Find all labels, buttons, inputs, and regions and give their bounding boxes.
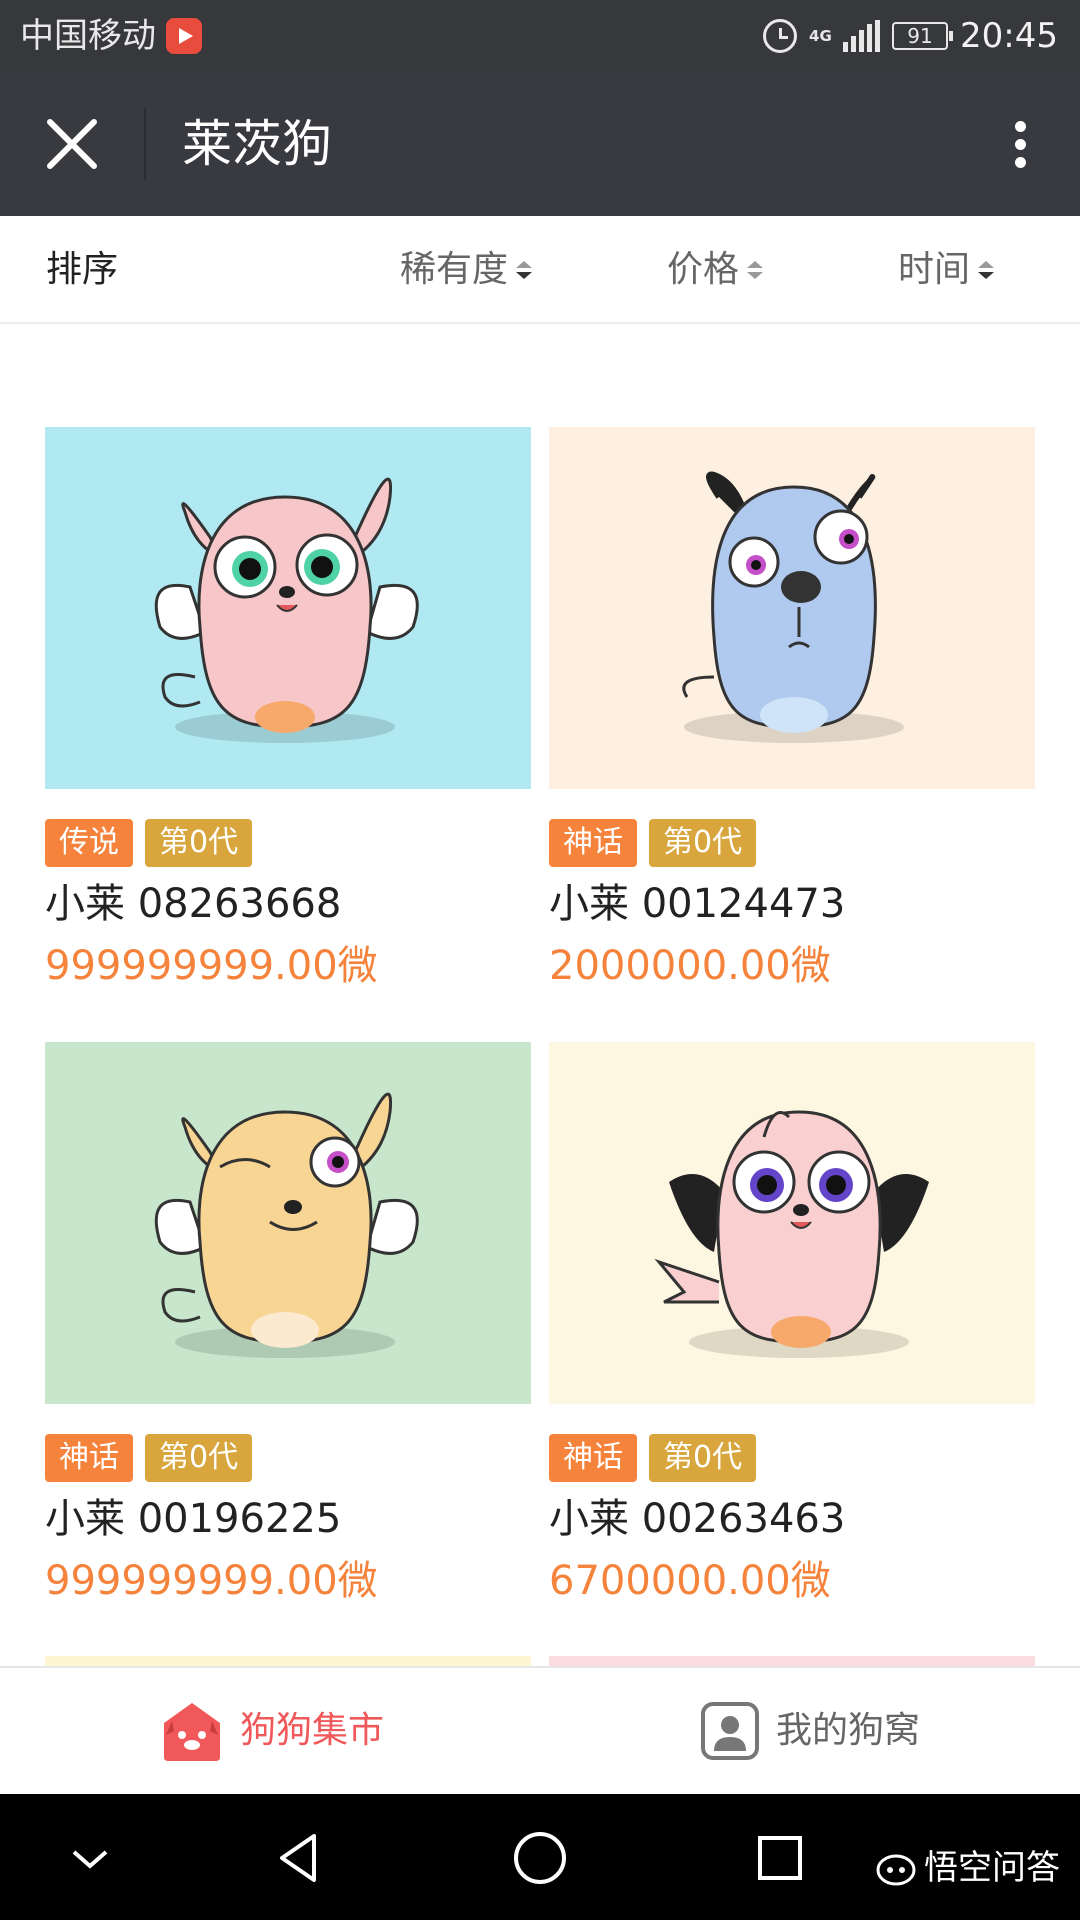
dog-name: 小莱 00124473 — [549, 881, 846, 927]
rarity-tag: 神话 — [549, 819, 637, 867]
dog-illustration — [549, 427, 1035, 789]
status-icons: 4G 91 20:45 — [763, 14, 1058, 58]
sort-arrows-icon — [747, 261, 764, 279]
tag-group: 神话 第0代 — [549, 819, 757, 867]
dog-price: 6700000.00微 — [549, 1558, 831, 1604]
sort-by-price[interactable]: 价格 — [667, 248, 764, 292]
dog-image — [45, 427, 531, 789]
hide-keyboard-button[interactable] — [58, 1826, 122, 1890]
network-type: 4G — [809, 26, 832, 45]
dog-illustration — [45, 1042, 531, 1404]
more-options-button[interactable] — [990, 108, 1050, 180]
rarity-tag: 神话 — [549, 1434, 637, 1482]
close-icon — [47, 119, 97, 169]
back-triangle-icon — [280, 1834, 316, 1882]
sort-bar: 排序 稀有度 价格 时间 — [0, 216, 1080, 324]
dog-image — [45, 1042, 531, 1404]
dog-name: 小莱 00263463 — [549, 1496, 846, 1542]
generation-tag: 第0代 — [145, 1434, 253, 1482]
dog-name: 小莱 08263668 — [45, 881, 342, 927]
tag-group: 神话 第0代 — [45, 1434, 253, 1482]
tab-label: 我的狗窝 — [776, 1710, 921, 1751]
dog-card[interactable]: 神话 第0代 小莱 00263463 6700000.00微 — [549, 1042, 1035, 1622]
sort-by-rarity[interactable]: 稀有度 — [400, 248, 533, 292]
tag-group: 神话 第0代 — [549, 1434, 757, 1482]
rarity-tag: 神话 — [45, 1434, 133, 1482]
sort-arrows-icon — [516, 261, 533, 279]
video-app-icon — [166, 18, 202, 54]
bottom-tab-bar: 狗狗集市 我的狗窝 — [0, 1666, 1080, 1794]
watermark: 悟空问答 — [876, 1848, 1060, 1888]
rarity-tag: 传说 — [45, 819, 133, 867]
battery-icon: 91 — [892, 22, 954, 50]
dog-image — [549, 427, 1035, 789]
dog-image — [549, 1042, 1035, 1404]
tab-my-kennel[interactable]: 我的狗窝 — [700, 1668, 920, 1794]
sort-arrows-icon — [978, 261, 995, 279]
sort-by-time[interactable]: 时间 — [898, 248, 995, 292]
carrier-name: 中国移动 — [20, 16, 156, 56]
dog-house-icon — [164, 1703, 220, 1761]
back-button[interactable] — [268, 1826, 332, 1890]
status-bar: 中国移动 4G 91 20:45 — [0, 0, 1080, 72]
app-bar: 莱茨狗 — [0, 72, 1080, 216]
clock: 20:45 — [960, 16, 1058, 56]
sort-option-label: 时间 — [898, 249, 971, 290]
sort-option-label: 价格 — [667, 249, 740, 290]
dog-price: 2000000.00微 — [549, 943, 831, 989]
dog-card[interactable]: 神话 第0代 小莱 00196225 999999999.00微 — [45, 1042, 531, 1622]
signal-icon — [843, 20, 881, 52]
tab-label: 狗狗集市 — [240, 1710, 385, 1751]
generation-tag: 第0代 — [649, 819, 757, 867]
sort-option-label: 稀有度 — [400, 249, 509, 290]
recents-square-icon — [758, 1836, 802, 1880]
alarm-icon — [763, 19, 798, 53]
dog-illustration — [549, 1042, 1035, 1404]
dog-price: 999999999.00微 — [45, 943, 378, 989]
tab-dog-market[interactable]: 狗狗集市 — [160, 1668, 384, 1794]
sort-label: 排序 — [46, 249, 119, 290]
home-button[interactable] — [508, 1826, 572, 1890]
user-profile-icon — [701, 1702, 759, 1760]
watermark-text: 悟空问答 — [924, 1848, 1060, 1888]
dog-price: 999999999.00微 — [45, 1558, 378, 1604]
home-circle-icon — [514, 1832, 566, 1884]
dog-name: 小莱 00196225 — [45, 1496, 342, 1542]
chevron-down-icon — [72, 1850, 108, 1869]
dog-card[interactable]: 传说 第0代 小莱 08263668 999999999.00微 — [45, 427, 531, 1007]
dog-illustration — [45, 427, 531, 789]
dog-card[interactable]: 神话 第0代 小莱 00124473 2000000.00微 — [549, 427, 1035, 1007]
page-title: 莱茨狗 — [182, 115, 332, 173]
generation-tag: 第0代 — [145, 819, 253, 867]
generation-tag: 第0代 — [649, 1434, 757, 1482]
wukong-logo-icon — [876, 1854, 916, 1886]
close-button[interactable] — [36, 108, 108, 180]
recents-button[interactable] — [748, 1826, 812, 1890]
tag-group: 传说 第0代 — [45, 819, 253, 867]
divider — [144, 108, 146, 180]
